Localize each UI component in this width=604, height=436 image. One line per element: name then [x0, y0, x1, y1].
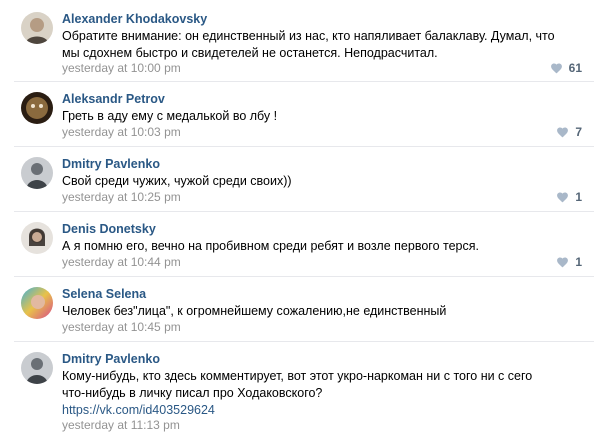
comment-timestamp[interactable]: yesterday at 10:00 pm: [62, 61, 181, 75]
comment-text: А я помню его, вечно на пробивном среди …: [62, 239, 479, 253]
avatar[interactable]: [21, 287, 53, 319]
profile-link[interactable]: https://vk.com/id403529624: [62, 402, 552, 419]
comment-timestamp[interactable]: yesterday at 10:45 pm: [62, 320, 181, 334]
heart-icon: [557, 127, 569, 138]
like-count: 1: [575, 190, 582, 204]
comment-author[interactable]: Aleksandr Petrov: [62, 92, 165, 106]
like-button[interactable]: 1: [556, 255, 582, 269]
like-count: 61: [568, 61, 582, 75]
comment-item: Denis Donetsky А я помню его, вечно на п…: [0, 212, 604, 277]
avatar[interactable]: [21, 222, 53, 254]
comment-body: Кому-нибудь, кто здесь комментирует, вот…: [62, 369, 533, 400]
comment-author[interactable]: Alexander Khodakovsky: [62, 12, 207, 26]
avatar[interactable]: [21, 12, 53, 44]
like-button[interactable]: 61: [550, 61, 582, 75]
avatar[interactable]: [21, 352, 53, 384]
comment-timestamp[interactable]: yesterday at 11:13 pm: [62, 418, 180, 432]
comment-author[interactable]: Dmitry Pavlenko: [62, 157, 160, 171]
like-count: 7: [575, 125, 582, 139]
like-button[interactable]: 7: [556, 125, 582, 139]
avatar[interactable]: [21, 157, 53, 189]
comment-timestamp[interactable]: yesterday at 10:25 pm: [62, 190, 181, 204]
comment-timestamp[interactable]: yesterday at 10:44 pm: [62, 255, 181, 269]
comment-timestamp[interactable]: yesterday at 10:03 pm: [62, 125, 181, 139]
like-count: 1: [575, 255, 582, 269]
comment-feed: Alexander Khodakovsky Обратите внимание:…: [0, 0, 604, 436]
comment-item: Dmitry Pavlenko Кому-нибудь, кто здесь к…: [0, 342, 604, 436]
heart-icon: [550, 63, 562, 74]
comment-item: Aleksandr Petrov Греть в аду ему с медал…: [0, 82, 604, 147]
comment-text: Свой среди чужих, чужой среди своих)): [62, 174, 292, 188]
comment-author[interactable]: Dmitry Pavlenko: [62, 352, 160, 366]
heart-icon: [557, 192, 569, 203]
comment-item: Dmitry Pavlenko Свой среди чужих, чужой …: [0, 147, 604, 212]
comment-text: Греть в аду ему с медалькой во лбу !: [62, 109, 278, 123]
avatar[interactable]: [21, 92, 53, 124]
like-button[interactable]: 1: [556, 190, 582, 204]
comment-author[interactable]: Denis Donetsky: [62, 222, 156, 236]
comment-text: Человек без"лица", к огромнейшему сожале…: [62, 304, 447, 318]
comment-item: Alexander Khodakovsky Обратите внимание:…: [0, 0, 604, 82]
comment-text: Кому-нибудь, кто здесь комментирует, вот…: [62, 368, 552, 419]
comment-text: Обратите внимание: он единственный из на…: [62, 29, 555, 60]
heart-icon: [557, 257, 569, 268]
comment-author[interactable]: Selena Selena: [62, 287, 146, 301]
comment-item: Selena Selena Человек без"лица", к огром…: [0, 277, 604, 342]
